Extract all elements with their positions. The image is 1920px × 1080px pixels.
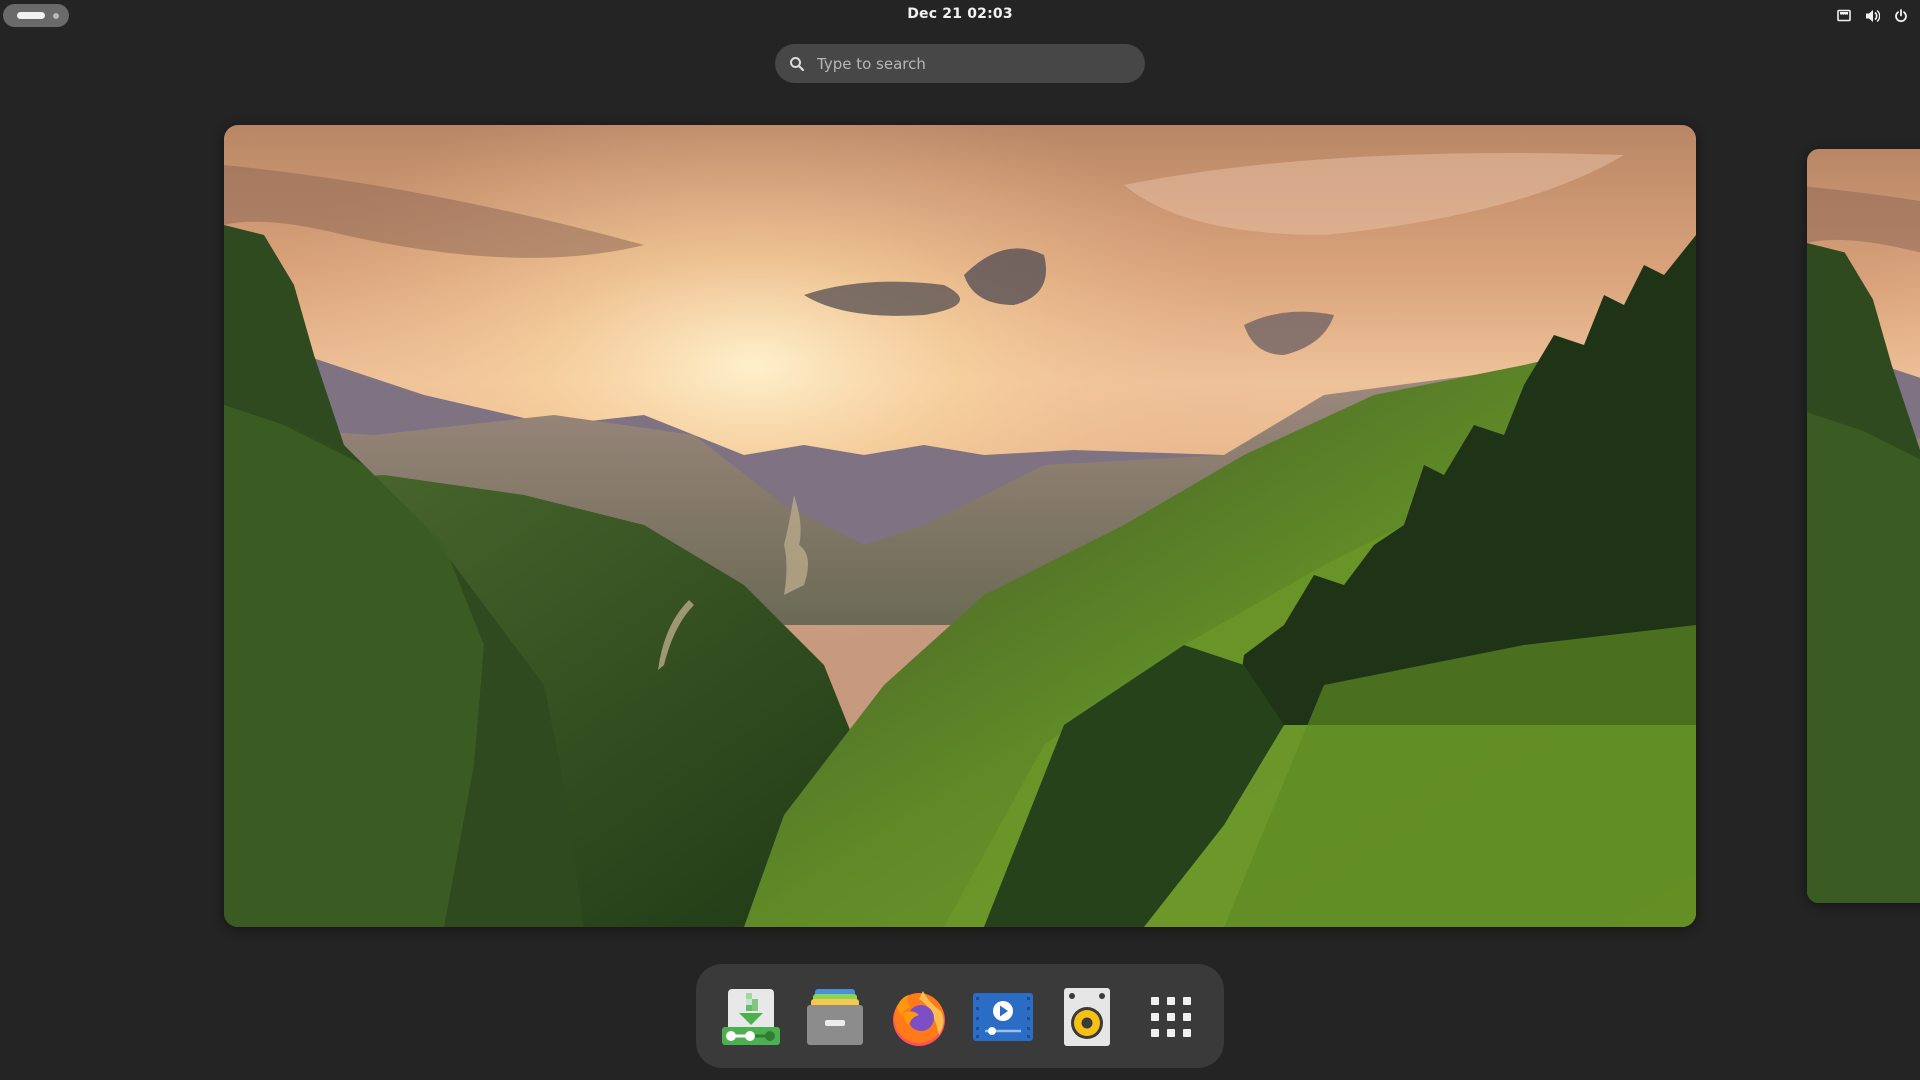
dock-item-rhythmbox[interactable] xyxy=(1056,986,1118,1048)
wallpaper-image xyxy=(1807,149,1920,903)
dock-item-firefox[interactable] xyxy=(888,986,950,1048)
dock-item-videos[interactable] xyxy=(972,986,1034,1048)
speaker-icon xyxy=(1064,988,1110,1046)
show-applications-button[interactable] xyxy=(1140,986,1202,1048)
wired-network-icon xyxy=(1837,9,1851,22)
video-player-icon xyxy=(973,993,1033,1041)
firefox-icon xyxy=(893,991,945,1046)
power-icon xyxy=(1894,8,1908,23)
workspace-thumbnail-next[interactable] xyxy=(1807,149,1920,903)
search-icon xyxy=(789,56,805,72)
download-manager-icon xyxy=(722,989,780,1045)
search-input[interactable] xyxy=(817,54,1117,73)
volume-icon xyxy=(1865,9,1880,23)
clock[interactable]: Dec 21 02:03 xyxy=(0,6,1920,22)
top-bar: Dec 21 02:03 xyxy=(0,0,1920,30)
dash xyxy=(696,964,1224,1068)
system-status-area[interactable] xyxy=(1837,7,1908,24)
file-cabinet-icon xyxy=(807,989,863,1045)
dock-item-transmission[interactable] xyxy=(720,986,782,1048)
wallpaper-image xyxy=(224,125,1696,927)
workspace-thumbnail-active[interactable] xyxy=(224,125,1696,927)
app-grid-icon xyxy=(1151,997,1191,1037)
search-entry[interactable] xyxy=(775,44,1145,83)
dock-item-files[interactable] xyxy=(804,986,866,1048)
